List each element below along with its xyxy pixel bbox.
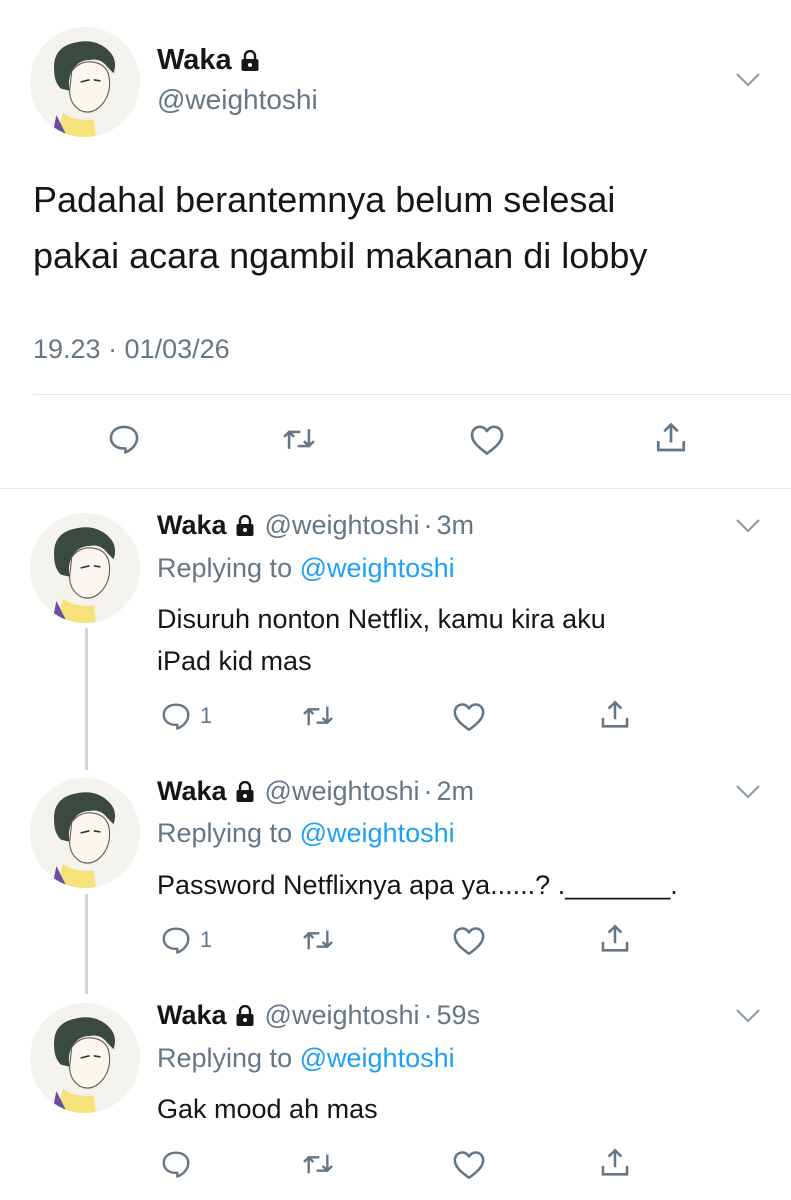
reply-header: Waka @weightoshi · 3m — [157, 510, 474, 541]
reply-retweet-button[interactable] — [302, 700, 334, 732]
replying-to-prefix: Replying to — [157, 1043, 293, 1073]
reply-like-button[interactable] — [452, 924, 486, 958]
reply-avatar[interactable] — [30, 778, 140, 888]
chevron-down-icon[interactable] — [735, 784, 761, 800]
reply-text-line-1: Gak mood ah mas — [157, 1094, 378, 1124]
reply-retweet-button[interactable] — [302, 1148, 334, 1180]
retweet-icon — [302, 700, 334, 732]
reply-display-name[interactable]: Waka — [157, 510, 227, 541]
like-icon — [452, 1148, 486, 1182]
avatar-image — [30, 778, 140, 888]
share-icon — [598, 922, 632, 956]
reply-display-name[interactable]: Waka — [157, 776, 227, 807]
share-icon — [653, 420, 689, 456]
main-display-name[interactable]: Waka — [157, 44, 260, 77]
replying-to-link[interactable]: @weightoshi — [300, 553, 455, 583]
reply-avatar[interactable] — [30, 513, 140, 623]
reply-icon — [160, 924, 192, 956]
main-tweet-text: Padahal berantemnya belum selesai pakai … — [33, 172, 773, 284]
replying-to-prefix: Replying to — [157, 553, 293, 583]
main-tweet-line-2: pakai acara ngambil makanan di lobby — [33, 235, 648, 276]
replying-to-link[interactable]: @weightoshi — [300, 1043, 455, 1073]
main-name-text: Waka — [157, 44, 232, 76]
reply-display-name[interactable]: Waka — [157, 1000, 227, 1031]
reply-reply-button[interactable]: 1 — [160, 700, 212, 732]
like-icon — [469, 422, 505, 458]
replying-to: Replying to @weightoshi — [157, 818, 455, 849]
reply-share-button[interactable] — [598, 922, 632, 956]
replying-to-link[interactable]: @weightoshi — [300, 818, 455, 848]
main-reply-button[interactable] — [107, 422, 141, 456]
reply-count: 1 — [200, 703, 213, 728]
reply-handle[interactable]: @weightoshi — [265, 1000, 420, 1031]
reply-text: Gak mood ah mas — [157, 1088, 767, 1130]
reply-reply-button[interactable]: 1 — [160, 924, 212, 956]
replying-to: Replying to @weightoshi — [157, 553, 455, 584]
avatar-image — [30, 27, 140, 137]
reply-time[interactable]: 3m — [437, 510, 475, 541]
reply-text: Disuruh nonton Netflix, kamu kira aku iP… — [157, 598, 767, 682]
reply-time[interactable]: 2m — [437, 776, 475, 807]
lock-icon — [235, 1005, 255, 1027]
main-timestamp[interactable]: 19.23 · 01/03/26 — [33, 334, 230, 365]
divider — [33, 394, 791, 395]
reply-text-line-1: Disuruh nonton Netflix, kamu kira aku — [157, 604, 606, 634]
thread-line — [85, 628, 88, 770]
share-icon — [598, 1146, 632, 1180]
main-tweet-line-1: Padahal berantemnya belum selesai — [33, 179, 616, 220]
share-icon — [598, 698, 632, 732]
replying-to: Replying to @weightoshi — [157, 1043, 455, 1074]
main-handle[interactable]: @weightoshi — [157, 84, 318, 116]
chevron-down-icon[interactable] — [735, 1008, 761, 1024]
reply-time[interactable]: 59s — [437, 1000, 481, 1031]
reply-header: Waka @weightoshi · 59s — [157, 1000, 480, 1031]
separator-dot: · — [423, 776, 433, 806]
main-avatar[interactable] — [30, 27, 140, 137]
avatar-image — [30, 1003, 140, 1113]
separator-dot: · — [423, 510, 433, 540]
chevron-down-icon[interactable] — [735, 72, 761, 88]
like-icon — [452, 700, 486, 734]
reply-count: 1 — [200, 927, 213, 952]
reply-retweet-button[interactable] — [302, 924, 334, 956]
main-retweet-button[interactable] — [281, 422, 317, 456]
reply-text-line-2: iPad kid mas — [157, 646, 312, 676]
avatar-image — [30, 513, 140, 623]
reply-header: Waka @weightoshi · 2m — [157, 776, 474, 807]
chevron-down-icon[interactable] — [735, 518, 761, 534]
reply-handle[interactable]: @weightoshi — [265, 776, 420, 807]
reply-share-button[interactable] — [598, 698, 632, 732]
retweet-icon — [281, 422, 317, 456]
reply-avatar[interactable] — [30, 1003, 140, 1113]
reply-text-line-1: Password Netflixnya apa ya......? ._____… — [157, 870, 678, 900]
separator-dot: · — [423, 1000, 433, 1030]
reply-text: Password Netflixnya apa ya......? ._____… — [157, 864, 767, 906]
main-like-button[interactable] — [469, 422, 505, 458]
like-icon — [452, 924, 486, 958]
reply-share-button[interactable] — [598, 1146, 632, 1180]
retweet-icon — [302, 924, 334, 956]
reply-like-button[interactable] — [452, 700, 486, 734]
reply-like-button[interactable] — [452, 1148, 486, 1182]
lock-icon — [240, 50, 260, 72]
replying-to-prefix: Replying to — [157, 818, 293, 848]
lock-icon — [235, 515, 255, 537]
reply-icon — [160, 700, 192, 732]
reply-handle[interactable]: @weightoshi — [265, 510, 420, 541]
reply-icon — [107, 422, 141, 456]
main-share-button[interactable] — [653, 420, 689, 456]
divider — [0, 488, 791, 489]
thread-line — [85, 894, 88, 994]
retweet-icon — [302, 1148, 334, 1180]
reply-reply-button[interactable] — [160, 1148, 192, 1180]
lock-icon — [235, 781, 255, 803]
reply-icon — [160, 1148, 192, 1180]
